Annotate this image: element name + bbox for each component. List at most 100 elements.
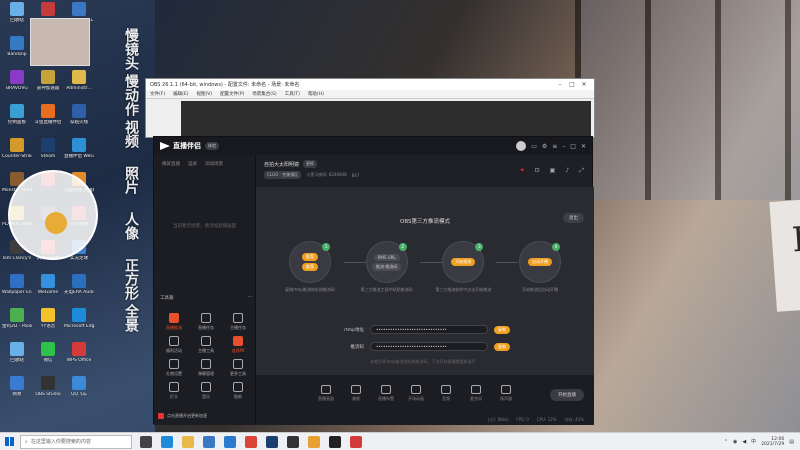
desktop-icon[interactable]: YY语音	[33, 308, 63, 342]
desktop-icon[interactable]: Counter-Strike Global Off...	[2, 138, 32, 172]
obs-menu-item[interactable]: 文件(F)	[150, 91, 165, 97]
scene-tab[interactable]: 添加场景	[205, 161, 223, 167]
bottom-tool[interactable]: 直播布置	[376, 385, 396, 402]
desktop-icon[interactable]: 金鸡2D - Poolians	[2, 308, 32, 342]
circle-widget[interactable]	[8, 170, 98, 260]
clock[interactable]: 12:06 2021/7/29	[761, 437, 784, 447]
desktop-icon[interactable]: Microsoft Edge	[64, 308, 94, 342]
desktop-icon[interactable]: Bandizip	[2, 36, 32, 70]
taskbar-steam-icon[interactable]	[266, 435, 278, 448]
scene-tab[interactable]: 竖屏	[188, 161, 197, 167]
tool-item[interactable]: 打卡	[158, 382, 190, 405]
tool-item[interactable]: 主播任务	[222, 313, 254, 336]
taskbar-wegame-icon[interactable]	[308, 435, 320, 448]
tool-item[interactable]: 直播推流	[158, 313, 190, 336]
camera-mode-item[interactable]: 全景	[112, 304, 139, 350]
desktop-icon[interactable]: 光电ERA Audio...	[64, 274, 94, 308]
desktop-icon[interactable]: WPS Office	[64, 342, 94, 376]
obs-window[interactable]: OBS 26.1.1 (64-bit, windows) - 配置文件: 未命名…	[145, 78, 595, 138]
screen-icon[interactable]: ▣	[550, 167, 556, 175]
camera-mode-item[interactable]: 正方形	[112, 258, 139, 304]
obs-menu-item[interactable]: 视图(V)	[196, 91, 212, 97]
tools-more-icon[interactable]: ⋯	[248, 295, 253, 301]
camera-mode-item[interactable]: 照片	[112, 166, 139, 212]
bottom-tool[interactable]: 开场动画	[406, 385, 426, 402]
close-icon[interactable]: ✕	[578, 81, 590, 88]
obs-menu-item[interactable]: 编辑(E)	[173, 91, 188, 97]
desktop-icon[interactable]: 穿越火线	[64, 104, 94, 138]
bell-icon[interactable]: ♪	[565, 167, 569, 175]
desktop-icon[interactable]: Administr...	[64, 70, 94, 104]
obs-menu-item[interactable]: 场景集合(S)	[252, 91, 276, 97]
left-footer[interactable]: 点击直播开启更新加速	[158, 413, 207, 419]
tool-item[interactable]: 直播任务	[190, 313, 222, 336]
desktop-icon[interactable]: 回收站	[2, 2, 32, 36]
minimize-icon[interactable]: –	[554, 81, 566, 88]
taskbar-obs-icon[interactable]	[287, 435, 299, 448]
tool-item[interactable]: 主播工具	[190, 336, 222, 359]
taskbar-edge-icon[interactable]	[161, 435, 173, 448]
menu-icon[interactable]: ≡	[552, 143, 557, 150]
taskbar-store-icon[interactable]	[203, 435, 215, 448]
message-icon[interactable]: ▭	[531, 143, 537, 150]
minimize-icon[interactable]: –	[562, 143, 565, 150]
desktop-icon[interactable]: 网易	[2, 376, 32, 410]
lock-icon[interactable]: ⊡	[535, 167, 540, 175]
maximize-icon[interactable]: □	[570, 143, 576, 150]
desktop-icon[interactable]: 微信	[33, 342, 63, 376]
desktop-icon[interactable]: 回收站	[2, 342, 32, 376]
camera-mode-item[interactable]: 慢动作	[112, 74, 139, 120]
stream-key-field[interactable]: ••••••••••••••••••••••••••••••	[370, 342, 488, 351]
bottom-tool[interactable]: 扬声器	[496, 385, 516, 402]
taskbar-mail-icon[interactable]	[224, 435, 236, 448]
rtmp-address-field[interactable]: ••••••••••••••••••••••••••••••	[370, 325, 488, 334]
volume-icon[interactable]: ◀	[742, 439, 746, 445]
avatar[interactable]	[516, 141, 527, 151]
camera-mode-item[interactable]: 人像	[112, 212, 139, 258]
bottom-tool[interactable]: 美颜	[346, 385, 366, 402]
tool-item[interactable]: 更多工具	[222, 359, 254, 382]
desktop-icon[interactable]: 直播伴侣 WeGame...	[64, 138, 94, 172]
taskbar-search[interactable]: ⌕ 在这里输入你要搜索的内容	[20, 434, 132, 449]
notification-icon[interactable]: ▤	[789, 439, 794, 445]
desktop-icon[interactable]: Steam	[33, 138, 63, 172]
tool-item[interactable]: 福利活动	[158, 336, 190, 359]
bottom-tool[interactable]: 麦克风	[466, 385, 486, 402]
network-icon[interactable]: ◉	[733, 439, 737, 445]
obs-menu-item[interactable]: 工具(T)	[285, 91, 300, 97]
desktop-icon[interactable]: 雷神加速器	[33, 70, 63, 104]
desktop-icon[interactable]: OBS Studio	[33, 376, 63, 410]
share-icon[interactable]: ⤢	[579, 167, 584, 175]
tool-item[interactable]: 弹幕管理	[190, 359, 222, 382]
desktop-icon[interactable]: BRAVOVG	[2, 70, 32, 104]
room-category[interactable]: CLGO - 完美钢区	[264, 171, 302, 179]
gift-icon[interactable]: ✦	[520, 167, 525, 175]
close-icon[interactable]: ✕	[581, 143, 586, 150]
start-button[interactable]	[0, 433, 18, 450]
camera-mode-item[interactable]: 慢镜头	[112, 28, 139, 74]
obs-menu-item[interactable]: 配置文件(P)	[220, 91, 244, 97]
start-live-button[interactable]: 开始直播	[550, 389, 584, 401]
taskbar-douyin-icon[interactable]	[329, 435, 341, 448]
desktop-icon[interactable]: WeGame	[33, 274, 63, 308]
tool-item[interactable]: 音乐	[190, 382, 222, 405]
live-partner-window[interactable]: 直播伴侣 体验 ▭ ⚙ ≡ – □ ✕ 横屏直播 竖屏 添加场景 当前暂无场景，请添…	[153, 136, 594, 425]
tray-chevron-icon[interactable]: ⌃	[724, 439, 728, 445]
taskbar-file-explorer-icon[interactable]	[182, 435, 194, 448]
desktop-icon[interactable]: 控制面板	[2, 104, 32, 138]
taskbar-live-partner-icon[interactable]	[350, 435, 362, 448]
taskbar-chrome-icon[interactable]	[245, 435, 257, 448]
taskbar-task-view-icon[interactable]	[140, 435, 152, 448]
tool-item[interactable]: 贴纸	[222, 382, 254, 405]
ime-icon[interactable]: 中	[751, 438, 756, 445]
copy-button[interactable]: 复制	[494, 325, 510, 334]
tool-item[interactable]: 礼物设置	[158, 359, 190, 382]
obs-menu-item[interactable]: 帮助(H)	[308, 91, 324, 97]
bottom-tool[interactable]: 音频	[436, 385, 456, 402]
exit-mode-button[interactable]: 退出	[563, 213, 584, 223]
bottom-tool[interactable]: 直播画面	[316, 385, 336, 402]
desktop-icon[interactable]: 斗鱼直播伴侣	[33, 104, 63, 138]
desktop-icon[interactable]: Wallpaper Engine:...	[2, 274, 32, 308]
scene-tab[interactable]: 横屏直播	[162, 161, 180, 167]
copy-button[interactable]: 复制	[494, 342, 510, 351]
